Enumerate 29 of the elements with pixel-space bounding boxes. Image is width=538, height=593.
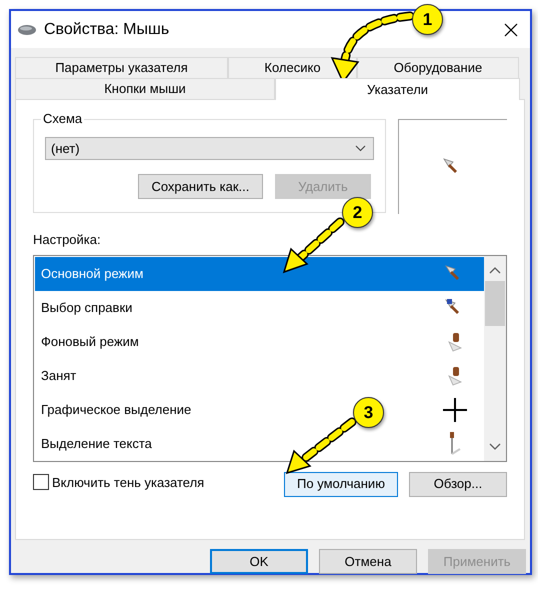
list-item[interactable]: Выбор справки bbox=[41, 298, 132, 318]
list-item[interactable]: Фоновый режим bbox=[41, 332, 139, 352]
customize-label: Настройка: bbox=[33, 231, 102, 249]
list-item[interactable]: Выделение текста bbox=[41, 434, 152, 454]
mouse-icon bbox=[17, 24, 37, 36]
chevron-down-icon bbox=[354, 145, 366, 152]
scheme-dropdown[interactable]: (нет) bbox=[45, 137, 374, 160]
scroll-down-icon[interactable] bbox=[489, 442, 501, 450]
scheme-button[interactable]: Сохранить как... bbox=[138, 174, 263, 199]
checkbox[interactable] bbox=[33, 474, 49, 490]
annotation-arrow bbox=[282, 218, 344, 274]
scroll-up-icon[interactable] bbox=[489, 266, 501, 274]
dialog-button[interactable]: OK bbox=[210, 549, 308, 574]
tab[interactable]: Указатели bbox=[275, 78, 520, 100]
close-icon[interactable] bbox=[504, 22, 518, 36]
annotation-arrow bbox=[286, 418, 356, 474]
list-button[interactable]: По умолчанию bbox=[284, 472, 398, 496]
scrollbar[interactable] bbox=[484, 256, 506, 460]
scrollbar-thumb[interactable] bbox=[485, 280, 505, 326]
list-item[interactable]: Основной режим bbox=[35, 256, 484, 290]
checkbox-label: Включить тень указателя bbox=[52, 474, 204, 492]
window-title: Свойства: Мышь bbox=[44, 20, 170, 40]
list-item[interactable]: Графическое выделение bbox=[41, 400, 192, 420]
tab[interactable]: Оборудование bbox=[357, 57, 519, 78]
list-item[interactable]: Занят bbox=[41, 366, 76, 386]
dialog-button[interactable]: Отмена bbox=[319, 549, 417, 574]
list-button[interactable]: Обзор... bbox=[409, 472, 507, 496]
tab[interactable]: Параметры указателя bbox=[15, 57, 228, 78]
tab[interactable]: Кнопки мыши bbox=[15, 78, 275, 99]
